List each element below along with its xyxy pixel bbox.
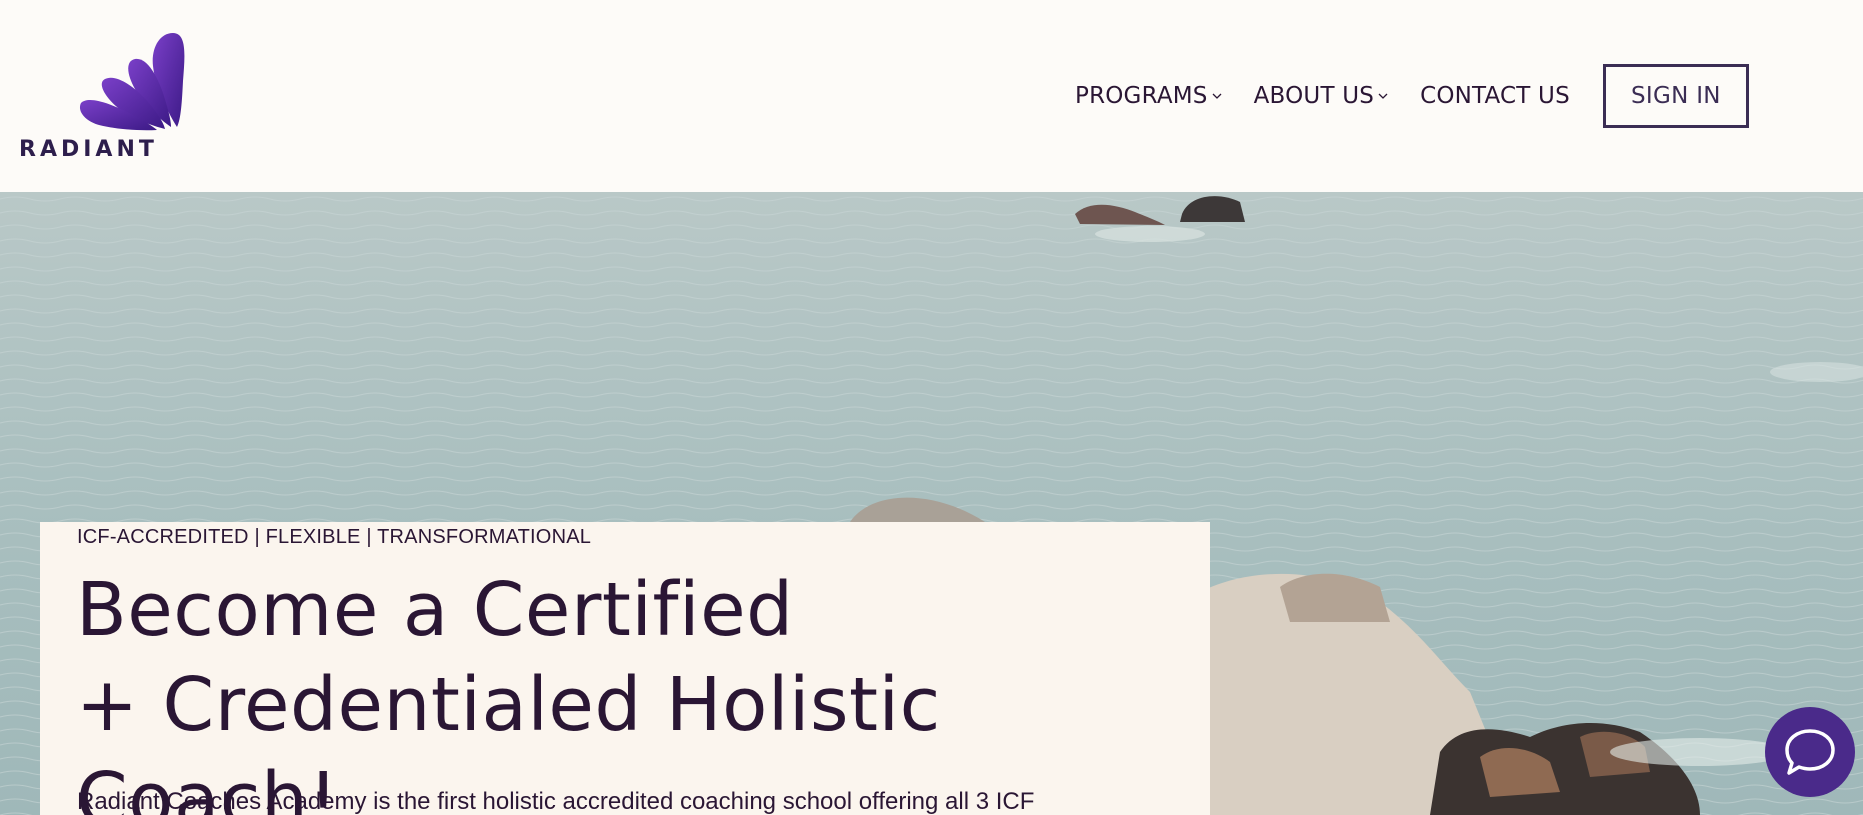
chevron-down-icon xyxy=(1378,93,1388,99)
hero-description: Radiant Coaches Academy is the first hol… xyxy=(77,788,1035,815)
brand-logo[interactable]: RADIANT xyxy=(19,31,185,163)
nav-item-programs[interactable]: PROGRAMS xyxy=(1075,83,1223,109)
nav-item-label: CONTACT US xyxy=(1420,83,1570,109)
radiant-petals-logo-icon xyxy=(79,33,185,131)
nav-item-label: PROGRAMS xyxy=(1075,83,1208,109)
sign-in-button[interactable]: SIGN IN xyxy=(1602,64,1749,128)
site-header: RADIANT PROGRAMS ABOUT US CONTACT US SIG… xyxy=(0,0,1863,192)
main-nav: PROGRAMS ABOUT US CONTACT US SIGN IN xyxy=(1075,64,1749,128)
hero-headline: Become a Certified + Credentialed Holist… xyxy=(76,563,1210,815)
brand-name: RADIANT xyxy=(19,137,158,162)
chevron-down-icon xyxy=(1212,93,1222,99)
chat-bubble-icon xyxy=(1785,729,1835,775)
nav-item-label: ABOUT US xyxy=(1253,83,1375,109)
nav-item-contact-us[interactable]: CONTACT US xyxy=(1420,83,1570,109)
hero-tagline: ICF-ACCREDITED | FLEXIBLE | TRANSFORMATI… xyxy=(77,526,592,548)
nav-item-about-us[interactable]: ABOUT US xyxy=(1254,83,1389,109)
headline-line-1: Become a Certified xyxy=(76,567,794,653)
hero-card: ICF-ACCREDITED | FLEXIBLE | TRANSFORMATI… xyxy=(40,522,1210,815)
chat-button[interactable] xyxy=(1765,707,1855,797)
